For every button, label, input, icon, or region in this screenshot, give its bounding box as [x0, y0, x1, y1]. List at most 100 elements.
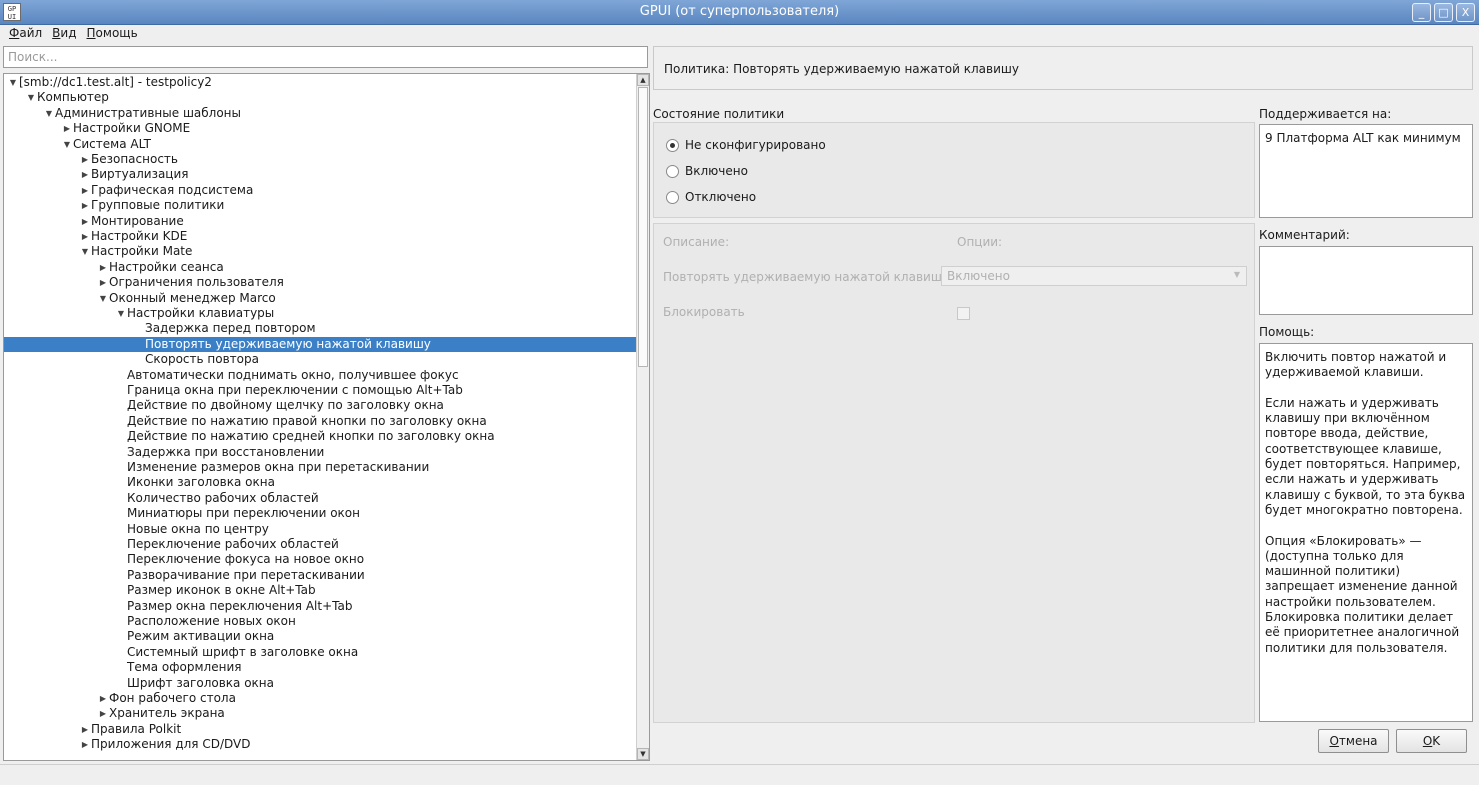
- scroll-thumb[interactable]: [638, 87, 648, 367]
- tree-item[interactable]: Изменение размеров окна при перетаскиван…: [4, 460, 637, 475]
- expand-arrow-right-icon[interactable]: ▶: [79, 183, 91, 198]
- expand-arrow-right-icon[interactable]: ▶: [79, 737, 91, 752]
- minimize-button[interactable]: _: [1412, 3, 1431, 22]
- scroll-up-arrow-icon[interactable]: ▲: [637, 74, 649, 86]
- tree-item[interactable]: Количество рабочих областей: [4, 491, 637, 506]
- tree-item[interactable]: ▼ Оконный менеджер Marco: [4, 291, 637, 306]
- expand-arrow-right-icon[interactable]: ▶: [97, 275, 109, 290]
- search-input[interactable]: [3, 46, 648, 68]
- tree-item-label: Тема оформления: [127, 660, 242, 675]
- menu-view[interactable]: Вид: [47, 25, 81, 44]
- tree-item[interactable]: Новые окна по центру: [4, 522, 637, 537]
- tree-item[interactable]: Миниатюры при переключении окон: [4, 506, 637, 521]
- tree-item-label: Хранитель экрана: [109, 706, 225, 721]
- cancel-button[interactable]: Отмена: [1318, 729, 1389, 753]
- tree-item[interactable]: ▼ Компьютер: [4, 90, 637, 105]
- ok-button[interactable]: OK: [1396, 729, 1467, 753]
- expand-arrow-right-icon[interactable]: ▶: [97, 691, 109, 706]
- option-value-dropdown[interactable]: Включено ▼: [941, 266, 1247, 286]
- tree-item[interactable]: ▶ Настройки GNOME: [4, 121, 637, 136]
- expand-arrow-down-icon[interactable]: ▼: [115, 306, 127, 321]
- radio-disabled-indicator[interactable]: [666, 190, 679, 204]
- tree-item[interactable]: ▼ Административные шаблоны: [4, 106, 637, 121]
- lock-checkbox[interactable]: [957, 307, 970, 320]
- tree-item[interactable]: ▶ Настройки KDE: [4, 229, 637, 244]
- tree-item[interactable]: Граница окна при переключении с помощью …: [4, 383, 637, 398]
- expand-arrow-right-icon[interactable]: ▶: [79, 229, 91, 244]
- tree-item[interactable]: Автоматически поднимать окно, получившее…: [4, 368, 637, 383]
- policy-state-group: Не сконфигурировано Включено Отключено: [653, 122, 1255, 218]
- tree-item[interactable]: ▶ Групповые политики: [4, 198, 637, 213]
- tree-item-label: Безопасность: [91, 152, 178, 166]
- tree-item[interactable]: ▶ Ограничения пользователя: [4, 275, 637, 290]
- radio-enabled[interactable]: Включено: [666, 164, 748, 178]
- radio-not-configured[interactable]: Не сконфигурировано: [666, 138, 826, 152]
- help-label: Помощь:: [1259, 325, 1315, 339]
- tree-item[interactable]: Переключение рабочих областей: [4, 537, 637, 552]
- tree-item[interactable]: Действие по нажатию правой кнопки по заг…: [4, 414, 637, 429]
- expand-arrow-right-icon[interactable]: ▶: [79, 198, 91, 213]
- tree-item[interactable]: Тема оформления: [4, 660, 637, 675]
- expand-arrow-down-icon[interactable]: ▼: [43, 106, 55, 121]
- tree-item[interactable]: Переключение фокуса на новое окно: [4, 552, 637, 567]
- tree-item[interactable]: Задержка перед повтором: [4, 321, 637, 336]
- tree-item[interactable]: ▶ Настройки сеанса: [4, 260, 637, 275]
- tree-item[interactable]: ▼ Настройки Mate: [4, 244, 637, 259]
- expand-arrow-right-icon[interactable]: ▶: [79, 214, 91, 229]
- expand-arrow-right-icon[interactable]: ▶: [97, 260, 109, 275]
- lock-label: Блокировать: [663, 305, 745, 319]
- expand-arrow-down-icon[interactable]: ▼: [97, 291, 109, 306]
- radio-disabled[interactable]: Отключено: [666, 190, 756, 204]
- tree-item[interactable]: ▶ Хранитель экрана: [4, 706, 637, 721]
- tree-item[interactable]: Разворачивание при перетаскивании: [4, 568, 637, 583]
- status-bar: [0, 764, 1479, 785]
- tree-item[interactable]: Иконки заголовка окна: [4, 475, 637, 490]
- tree-item[interactable]: ▶ Приложения для CD/DVD: [4, 737, 637, 752]
- tree-item[interactable]: Повторять удерживаемую нажатой клавишу: [4, 336, 637, 353]
- tree-item-label: Системный шрифт в заголовке окна: [127, 644, 359, 659]
- expand-arrow-down-icon[interactable]: ▼: [7, 75, 19, 90]
- expand-arrow-right-icon[interactable]: ▶: [97, 706, 109, 721]
- tree-item[interactable]: Действие по нажатию средней кнопки по за…: [4, 429, 637, 444]
- menu-help[interactable]: Помощь: [82, 25, 143, 44]
- tree-item[interactable]: Скорость повтора: [4, 352, 637, 367]
- tree-item[interactable]: ▼ [smb://dc1.test.alt] - testpolicy2: [4, 75, 637, 90]
- tree-item[interactable]: ▶ Безопасность: [4, 152, 637, 167]
- expand-arrow-right-icon[interactable]: ▶: [79, 152, 91, 167]
- expand-arrow-down-icon[interactable]: ▼: [79, 244, 91, 259]
- supported-field: 9 Платформа ALT как минимум: [1259, 124, 1473, 218]
- menu-file[interactable]: Файл: [4, 25, 47, 44]
- radio-enabled-indicator[interactable]: [666, 164, 679, 178]
- tree-item[interactable]: Размер иконок в окне Alt+Tab: [4, 583, 637, 598]
- expand-arrow-right-icon[interactable]: ▶: [79, 167, 91, 182]
- expand-arrow-right-icon[interactable]: ▶: [79, 722, 91, 737]
- maximize-button[interactable]: □: [1434, 3, 1453, 22]
- tree-item-label: Система ALT: [73, 136, 151, 151]
- tree-item[interactable]: ▶ Графическая подсистема: [4, 183, 637, 198]
- tree-item[interactable]: Системный шрифт в заголовке окна: [4, 645, 637, 660]
- tree-item[interactable]: Режим активации окна: [4, 629, 637, 644]
- comment-field[interactable]: [1259, 246, 1473, 315]
- tree-item[interactable]: Действие по двойному щелчку по заголовку…: [4, 398, 637, 413]
- tree-item[interactable]: Размер окна переключения Alt+Tab: [4, 599, 637, 614]
- scroll-down-arrow-icon[interactable]: ▼: [637, 748, 649, 760]
- tree-item-label: Правила Polkit: [91, 721, 182, 736]
- tree-item[interactable]: ▶ Фон рабочего стола: [4, 691, 637, 706]
- radio-not-configured-indicator[interactable]: [666, 138, 679, 152]
- expand-arrow-down-icon[interactable]: ▼: [61, 137, 73, 152]
- close-button[interactable]: X: [1456, 3, 1475, 22]
- tree-item[interactable]: ▶ Правила Polkit: [4, 722, 637, 737]
- chevron-down-icon: ▼: [1233, 270, 1240, 279]
- expand-arrow-right-icon[interactable]: ▶: [61, 121, 73, 136]
- tree-item[interactable]: ▶ Виртуализация: [4, 167, 637, 182]
- tree-item-label: Виртуализация: [91, 167, 189, 182]
- tree-item[interactable]: ▶ Монтирование: [4, 214, 637, 229]
- tree-item[interactable]: Задержка при восстановлении: [4, 445, 637, 460]
- expand-arrow-down-icon[interactable]: ▼: [25, 90, 37, 105]
- tree-item[interactable]: Шрифт заголовка окна: [4, 676, 637, 691]
- tree-scrollbar[interactable]: ▲ ▼: [636, 74, 649, 760]
- tree-item[interactable]: Расположение новых окон: [4, 614, 637, 629]
- tree-item-label: Изменение размеров окна при перетаскиван…: [127, 460, 430, 474]
- tree-item[interactable]: ▼ Система ALT: [4, 137, 637, 152]
- tree-item[interactable]: ▼ Настройки клавиатуры: [4, 306, 637, 321]
